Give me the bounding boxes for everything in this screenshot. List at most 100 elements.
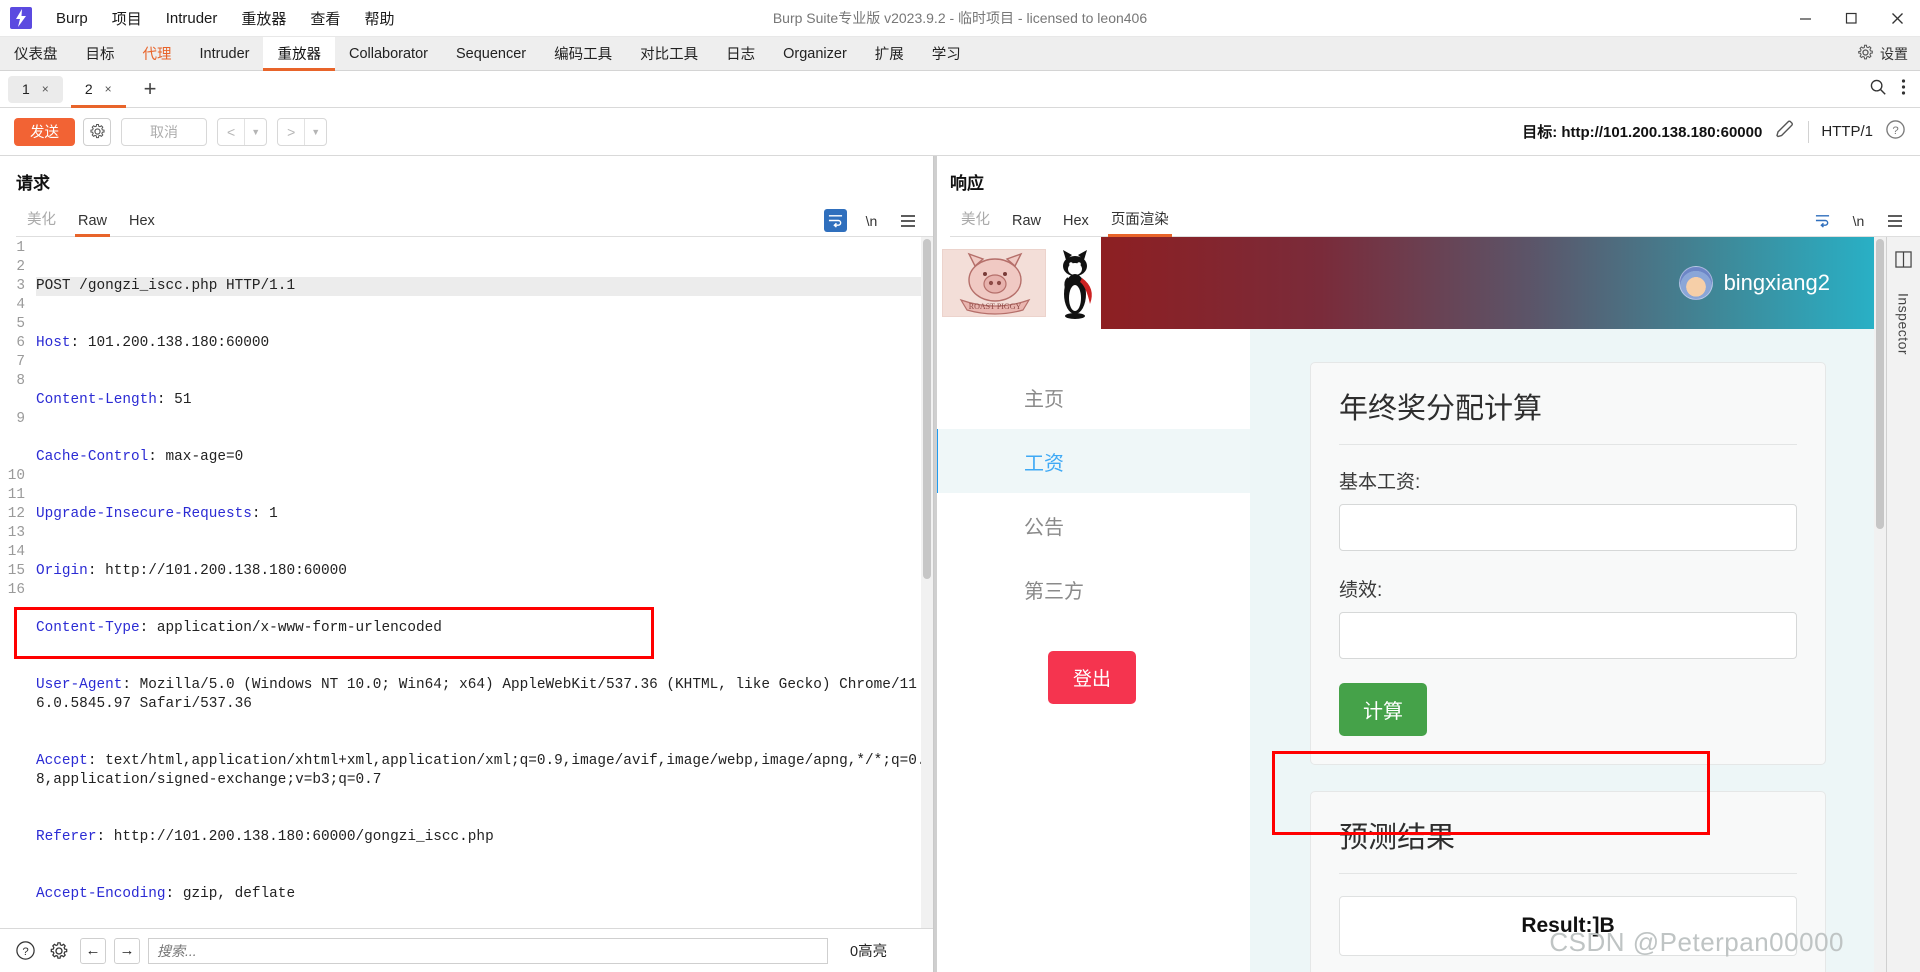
logout-button[interactable]: 登出: [1047, 651, 1136, 704]
search-input-wrap[interactable]: [148, 937, 828, 964]
back-dropdown-icon[interactable]: ▼: [245, 119, 266, 145]
nav-item-notice[interactable]: 公告: [934, 493, 1250, 557]
tab-decoder[interactable]: 编码工具: [540, 37, 626, 70]
layout-icon[interactable]: [1895, 251, 1912, 273]
tab-intruder[interactable]: Intruder: [186, 37, 264, 70]
code-line-2: Host: 101.200.138.180:60000: [36, 335, 270, 351]
request-raw-editor[interactable]: 1 2 3 4 5 6 7 8 9 10 11 12 13 14 15 16 P…: [0, 237, 933, 928]
edit-pencil-icon[interactable]: [1774, 118, 1796, 145]
response-tab-hex[interactable]: Hex: [1052, 209, 1100, 236]
search-prev-button[interactable]: ←: [80, 937, 106, 964]
request-editor-scrollbar[interactable]: [921, 237, 933, 928]
tab-target[interactable]: 目标: [72, 37, 129, 70]
cancel-button[interactable]: 取消: [121, 117, 207, 146]
response-tab-raw[interactable]: Raw: [1001, 209, 1052, 236]
repeater-tab-2[interactable]: 2 ×: [70, 75, 126, 108]
line-number-gutter: 1 2 3 4 5 6 7 8 9 10 11 12 13 14 15 16: [0, 237, 30, 928]
site-sidebar: 主页 工资 公告 第三方 登出: [934, 329, 1250, 972]
burp-logo-icon: [10, 7, 32, 29]
menu-intruder[interactable]: Intruder: [154, 6, 230, 31]
target-area: 目标: http://101.200.138.180:60000 HTTP/1 …: [1522, 118, 1920, 145]
http-version-label[interactable]: HTTP/1: [1821, 123, 1873, 140]
user-chip[interactable]: bingxiang2: [1678, 266, 1830, 300]
calculate-button[interactable]: 计算: [1339, 683, 1427, 736]
menu-project[interactable]: 项目: [100, 4, 154, 33]
base-salary-input[interactable]: [1339, 504, 1797, 551]
request-code[interactable]: POST /gongzi_iscc.php HTTP/1.1 Host: 101…: [30, 237, 933, 928]
site-header: ROAST PIGGY bingxiang2: [934, 237, 1886, 329]
search-icon[interactable]: [1869, 78, 1887, 101]
request-tab-raw[interactable]: Raw: [67, 209, 118, 237]
back-button[interactable]: <: [218, 119, 244, 145]
help-icon[interactable]: ?: [1885, 119, 1906, 145]
send-settings-button[interactable]: [83, 117, 111, 146]
menu-help[interactable]: 帮助: [352, 4, 406, 33]
request-footer: ? ← → 0高亮: [0, 928, 933, 972]
request-editor-actions: \n: [824, 209, 919, 236]
menu-burp[interactable]: Burp: [44, 6, 100, 31]
forward-button[interactable]: >: [278, 119, 304, 145]
divider: [1808, 120, 1810, 143]
svg-text:?: ?: [1892, 124, 1898, 136]
menu-view[interactable]: 查看: [298, 4, 352, 33]
tab-comparer[interactable]: 对比工具: [626, 37, 712, 70]
nav-item-salary[interactable]: 工资: [934, 429, 1250, 493]
word-wrap-icon[interactable]: [824, 209, 847, 232]
tab-organizer[interactable]: Organizer: [769, 37, 861, 70]
response-tab-render[interactable]: 页面渲染: [1100, 204, 1180, 237]
word-wrap-icon[interactable]: [1811, 209, 1834, 232]
request-tab-hex[interactable]: Hex: [118, 209, 166, 236]
response-pane: 响应 美化 Raw Hex 页面渲染 \n ROAST PIGGY bingxi…: [934, 156, 1920, 972]
repeater-tab-actions: [1869, 78, 1920, 101]
code-line-7: Content-Type: application/x-www-form-url…: [36, 620, 442, 636]
send-button[interactable]: 发送: [14, 117, 75, 146]
pane-splitter[interactable]: [934, 156, 937, 972]
burp-suite-window: Burp 项目 Intruder 重放器 查看 帮助 Burp Suite专业版…: [0, 0, 1920, 972]
code-line-8: User-Agent: Mozilla/5.0 (Windows NT 10.0…: [36, 677, 917, 712]
target-url-label: 目标: http://101.200.138.180:60000: [1522, 124, 1763, 141]
forward-dropdown-icon[interactable]: ▼: [305, 119, 326, 145]
inspector-label[interactable]: Inspector: [1896, 293, 1912, 355]
editor-menu-icon[interactable]: [1883, 209, 1906, 232]
gear-icon[interactable]: [46, 937, 72, 964]
more-options-icon[interactable]: [1901, 78, 1906, 101]
maximize-button[interactable]: [1828, 0, 1874, 36]
close-button[interactable]: [1874, 0, 1920, 36]
nav-item-thirdparty[interactable]: 第三方: [934, 557, 1250, 621]
tab-learn[interactable]: 学习: [918, 37, 975, 70]
request-pane-header: 请求 美化 Raw Hex \n: [0, 156, 933, 237]
request-response-split: 请求 美化 Raw Hex \n 1 2 3 4 5 6 7 8 9 10 11…: [0, 156, 1920, 972]
settings-area[interactable]: 设置: [1857, 37, 1920, 70]
forward-button-group[interactable]: > ▼: [277, 117, 328, 146]
tab-extensions[interactable]: 扩展: [861, 37, 918, 70]
minimize-button[interactable]: [1782, 0, 1828, 36]
back-button-group[interactable]: < ▼: [217, 117, 268, 146]
add-tab-button[interactable]: +: [134, 78, 167, 100]
tab-dashboard[interactable]: 仪表盘: [0, 37, 72, 70]
response-scrollbar[interactable]: [1874, 237, 1886, 972]
divider: [1339, 444, 1797, 445]
close-icon[interactable]: ×: [42, 82, 49, 96]
nav-item-home[interactable]: 主页: [934, 365, 1250, 429]
tab-collaborator[interactable]: Collaborator: [335, 37, 442, 70]
request-tab-pretty[interactable]: 美化: [16, 204, 67, 236]
repeater-tab-1[interactable]: 1 ×: [8, 75, 63, 103]
tab-proxy[interactable]: 代理: [129, 37, 186, 70]
tab-repeater[interactable]: 重放器: [263, 37, 335, 71]
close-icon[interactable]: ×: [105, 82, 112, 96]
menu-repeater[interactable]: 重放器: [229, 4, 298, 33]
menu-bar: Burp 项目 Intruder 重放器 查看 帮助: [44, 4, 406, 33]
question-icon[interactable]: ?: [12, 937, 38, 964]
performance-input[interactable]: [1339, 612, 1797, 659]
show-newlines-icon[interactable]: \n: [1847, 209, 1870, 232]
site-body: 主页 工资 公告 第三方 登出 年终奖分配计算 基本工资: 绩效: 计算 预测结…: [934, 329, 1886, 972]
code-line-5: Upgrade-Insecure-Requests: 1: [36, 506, 278, 522]
title-bar: Burp 项目 Intruder 重放器 查看 帮助 Burp Suite专业版…: [0, 0, 1920, 37]
search-next-button[interactable]: →: [114, 937, 140, 964]
tab-sequencer[interactable]: Sequencer: [442, 37, 540, 70]
editor-menu-icon[interactable]: [896, 209, 919, 232]
response-tab-pretty[interactable]: 美化: [950, 204, 1001, 236]
tab-logger[interactable]: 日志: [712, 37, 769, 70]
show-newlines-icon[interactable]: \n: [860, 209, 883, 232]
search-input[interactable]: [157, 942, 819, 959]
